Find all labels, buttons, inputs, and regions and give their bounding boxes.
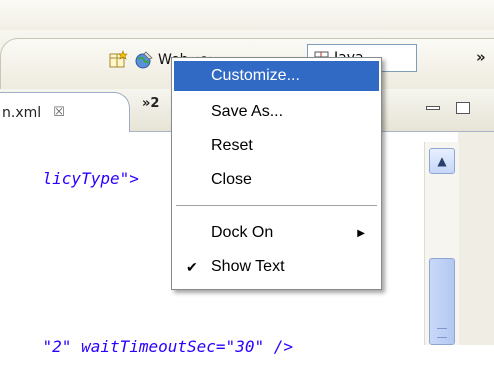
editor-tab-xml[interactable]: n.xml ☒ <box>0 92 130 132</box>
toolbar-context-menu: Customize... Save As... Reset Close Dock… <box>171 57 382 290</box>
menu-item-show-text[interactable]: ✔ Show Text <box>174 252 379 282</box>
minimize-icon[interactable] <box>426 106 440 110</box>
grip-icon <box>437 328 447 338</box>
top-toolbar-strip <box>0 0 494 31</box>
scroll-up-button[interactable]: ▲ <box>429 148 455 174</box>
maximize-icon[interactable] <box>456 102 470 114</box>
submenu-arrow-icon: ▶ <box>357 227 365 239</box>
toolbar-overflow-chevron[interactable]: » <box>476 48 486 66</box>
editor-right-margin <box>458 132 494 345</box>
up-arrow-icon: ▲ <box>437 154 447 168</box>
code-line: "2" waitTimeoutSec="30" /> <box>42 337 293 356</box>
menu-item-dock-on[interactable]: Dock On ▶ <box>174 218 379 248</box>
new-package-icon <box>108 50 128 70</box>
checkmark-icon: ✔ <box>186 258 198 275</box>
menu-item-reset[interactable]: Reset <box>174 131 379 161</box>
menu-item-save-as[interactable]: Save As... <box>174 97 379 127</box>
menu-separator <box>176 205 377 207</box>
new-package-button[interactable] <box>108 48 132 72</box>
code-line: licyType"> <box>42 169 139 188</box>
close-icon[interactable]: ☒ <box>53 105 65 120</box>
menu-item-customize[interactable]: Customize... <box>174 61 379 91</box>
editor-tab-label: n.xml <box>2 104 42 121</box>
scroll-thumb[interactable] <box>429 258 455 345</box>
web-browser-icon <box>134 50 154 70</box>
tab-overflow-chevron[interactable]: »2 <box>142 96 159 111</box>
menu-item-close[interactable]: Close <box>174 165 379 195</box>
